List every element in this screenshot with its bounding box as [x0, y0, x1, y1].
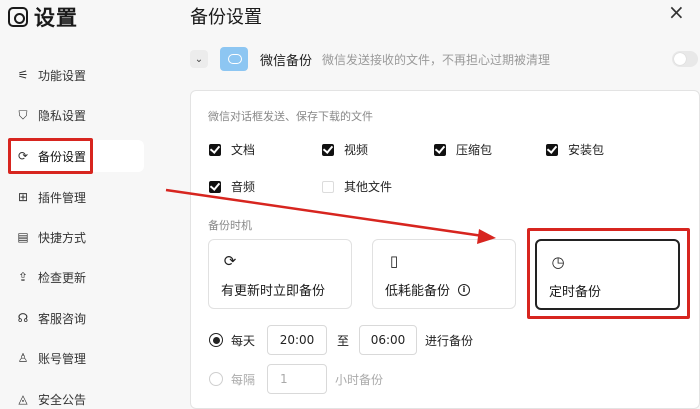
checkbox-other-files[interactable]: 其他文件	[322, 178, 392, 195]
checkbox-checked-icon	[209, 180, 221, 193]
timing-option-label: 定时备份	[549, 281, 601, 300]
sidebar-item-label: 账号管理	[38, 351, 87, 366]
sidebar-item-support[interactable]: ☊ 客服咨询	[8, 302, 144, 334]
to-label: 至	[337, 333, 350, 348]
checkbox-checked-icon	[322, 143, 334, 156]
sidebar-item-backup[interactable]: ⟳ 备份设置	[8, 140, 144, 172]
checkbox-archives[interactable]: 压缩包	[434, 141, 492, 158]
megaphone-icon: ◬	[18, 392, 28, 406]
page-title: 备份设置	[190, 7, 262, 28]
sidebar-item-plugins[interactable]: ⊞ 插件管理	[8, 181, 144, 213]
sidebar-item-account[interactable]: ♙ 账号管理	[8, 342, 144, 374]
info-icon[interactable]: i	[458, 283, 471, 296]
checkbox-installers[interactable]: 安装包	[546, 141, 604, 158]
end-time-input[interactable]: 06:00	[359, 325, 418, 355]
schedule-daily-row: 每天 20:00 至 06:00 进行备份	[209, 325, 473, 355]
window-icon: ▤	[17, 230, 29, 244]
sidebar-item-shortcuts[interactable]: ▤ 快捷方式	[8, 221, 144, 253]
sidebar-item-privacy[interactable]: ⛉ 隐私设置	[8, 99, 144, 131]
timing-option-scheduled[interactable]: ◷ 定时备份	[535, 239, 680, 310]
sidebar: 设置 ⚟ 功能设置 ⛉ 隐私设置 ⟳ 备份设置 ⊞ 插件管理 ▤ 快捷方式 ⇪ …	[0, 0, 168, 409]
checkbox-checked-icon	[209, 143, 221, 156]
sidebar-item-security[interactable]: ◬ 安全公告	[8, 383, 144, 409]
checkbox-label: 文档	[231, 143, 256, 157]
refresh-icon: ⟳	[17, 149, 29, 163]
clock-icon: ◷	[551, 253, 565, 271]
sidebar-item-label: 备份设置	[38, 149, 87, 164]
interval-input[interactable]: 1	[267, 364, 328, 394]
schedule-interval-row: 每隔 1 小时备份	[209, 364, 383, 394]
radio-daily[interactable]	[209, 333, 223, 347]
main-panel: 备份设置 × ⌄ 微信备份 微信发送接收的文件，不再担心过期被清理 微信对话框发…	[168, 0, 700, 409]
sidebar-item-function[interactable]: ⚟ 功能设置	[8, 59, 144, 91]
sidebar-item-label: 检查更新	[38, 270, 87, 285]
user-icon: ♙	[17, 351, 29, 365]
cloud-folder-icon	[220, 47, 248, 71]
settings-logo-icon	[8, 7, 28, 27]
checkbox-label: 安装包	[568, 143, 605, 157]
close-icon[interactable]: ×	[668, 2, 685, 22]
sidebar-item-label: 客服咨询	[38, 311, 87, 326]
update-icon: ⇪	[17, 270, 29, 284]
timing-option-label: 低耗能备份 i	[385, 280, 471, 299]
timing-option-text: 低耗能备份	[385, 284, 451, 299]
checkbox-videos[interactable]: 视频	[322, 141, 368, 158]
radio-interval[interactable]	[209, 372, 223, 386]
app-title: 设置	[8, 4, 78, 30]
start-time-input[interactable]: 20:00	[267, 325, 328, 355]
sidebar-item-label: 插件管理	[38, 190, 87, 205]
timing-option-label: 有更新时立即备份	[221, 280, 325, 299]
checkbox-label: 视频	[344, 143, 369, 157]
headset-icon: ☊	[17, 311, 29, 325]
checkbox-audio[interactable]: 音频	[209, 178, 255, 195]
timing-label: 备份时机	[208, 219, 252, 232]
checkbox-unchecked-icon	[322, 180, 334, 193]
timing-option-text: 定时备份	[549, 285, 602, 300]
shield-icon: ⛉	[18, 107, 28, 122]
sidebar-item-label: 安全公告	[38, 392, 87, 407]
file-types-label: 微信对话框发送、保存下载的文件	[208, 110, 373, 123]
timing-option-text: 有更新时立即备份	[221, 284, 326, 299]
checkbox-label: 其他文件	[344, 180, 393, 194]
battery-icon: ▯	[389, 252, 399, 270]
schedule-suffix-label: 进行备份	[425, 333, 474, 348]
wechat-backup-row: ⌄ 微信备份 微信发送接收的文件，不再担心过期被清理	[190, 44, 700, 74]
sidebar-item-update[interactable]: ⇪ 检查更新	[8, 261, 144, 293]
wechat-backup-name: 微信备份	[260, 53, 313, 69]
checkbox-checked-icon	[434, 143, 446, 156]
checkbox-documents[interactable]: 文档	[209, 141, 255, 158]
sidebar-item-label: 隐私设置	[38, 108, 87, 123]
checkbox-label: 压缩包	[456, 143, 493, 157]
backup-options-panel: 微信对话框发送、保存下载的文件 文档 视频 压缩包 安装包 音频 其他文件 备份…	[190, 90, 700, 409]
sliders-icon: ⚟	[17, 68, 29, 82]
interval-label: 每隔	[231, 372, 256, 387]
wechat-backup-toggle[interactable]	[672, 51, 698, 67]
checkbox-label: 音频	[231, 180, 256, 194]
interval-suffix-label: 小时备份	[335, 372, 384, 387]
grid-icon: ⊞	[17, 190, 29, 204]
timing-option-immediate[interactable]: ⟳ 有更新时立即备份	[208, 239, 352, 309]
wechat-backup-desc: 微信发送接收的文件，不再担心过期被清理	[322, 52, 551, 67]
app-title-text: 设置	[34, 6, 78, 30]
sidebar-item-label: 快捷方式	[38, 230, 87, 245]
timing-option-low-power[interactable]: ▯ 低耗能备份 i	[372, 239, 516, 309]
chevron-down-icon[interactable]: ⌄	[190, 50, 208, 68]
refresh-icon: ⟳	[223, 252, 237, 270]
sidebar-item-label: 功能设置	[38, 68, 87, 83]
checkbox-checked-icon	[546, 143, 558, 156]
daily-label: 每天	[231, 333, 256, 348]
